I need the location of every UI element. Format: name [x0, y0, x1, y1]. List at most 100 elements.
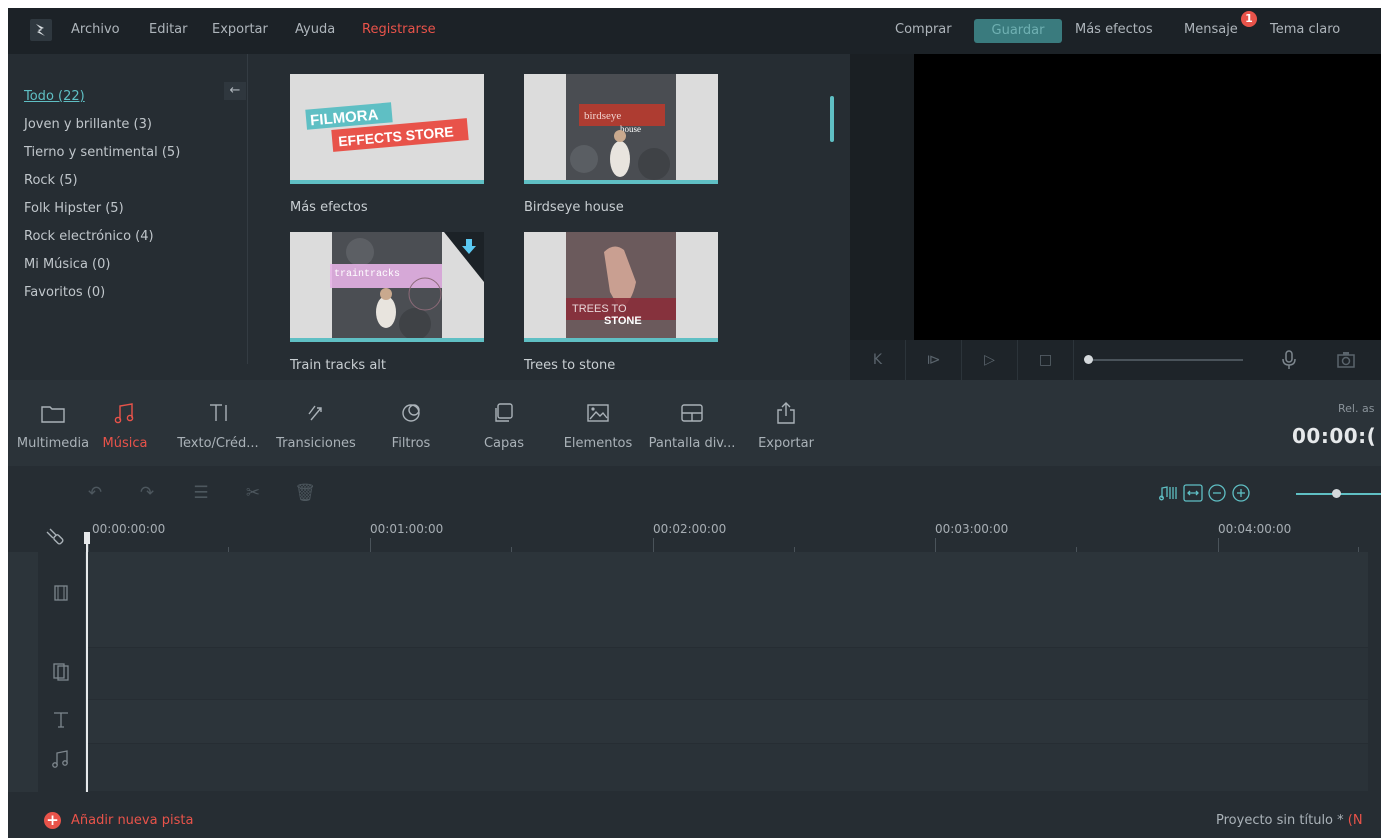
tab-texto-creditos[interactable]: Texto/Créd...	[168, 380, 268, 466]
comprar-link[interactable]: Comprar	[895, 8, 952, 54]
overlay-track-icon	[53, 663, 69, 681]
menu-ayuda[interactable]: Ayuda	[295, 8, 335, 54]
camera-icon[interactable]	[1336, 351, 1356, 369]
snap-magnet-icon[interactable]	[44, 526, 68, 548]
tab-label: Multimedia	[16, 436, 90, 451]
redo-icon[interactable]: ↷	[136, 482, 158, 504]
fit-timeline-icon[interactable]	[1182, 482, 1204, 504]
text-icon	[210, 404, 227, 421]
tab-filtros[interactable]: Filtros	[378, 380, 444, 466]
category-todo[interactable]: Todo (22)	[24, 89, 85, 104]
cut-icon[interactable]: ✂	[242, 482, 264, 504]
track-headers	[38, 552, 86, 792]
download-icon[interactable]	[460, 238, 478, 256]
app-window: Archivo Editar Exportar Ayuda Registrars…	[8, 8, 1381, 838]
category-favoritos[interactable]: Favoritos (0)	[24, 285, 105, 300]
overlay-track[interactable]	[86, 648, 1368, 700]
add-track-button[interactable]: Añadir nueva pista	[71, 813, 193, 828]
menu-registrarse[interactable]: Registrarse	[362, 8, 436, 54]
tab-multimedia[interactable]: Multimedia	[12, 380, 94, 466]
text-track[interactable]	[86, 700, 1368, 744]
effect-thumb-mas-efectos[interactable]: FILMORA EFFECTS STORE	[290, 74, 484, 184]
playhead-handle[interactable]	[84, 532, 90, 544]
text-track-icon	[54, 712, 68, 728]
tab-label: Filtros	[391, 436, 431, 451]
tab-musica[interactable]: Música	[94, 380, 156, 466]
thumb-accent-bar	[524, 338, 718, 342]
skip-back-icon[interactable]: K	[850, 340, 906, 380]
tab-capas[interactable]: Capas	[472, 380, 536, 466]
art-text-line1: TREES TO	[572, 303, 627, 315]
thumb-accent-bar	[290, 338, 484, 342]
ruler-tick	[1218, 538, 1219, 552]
frame-step-icon[interactable]: ⧐	[906, 340, 962, 380]
folder-icon	[41, 406, 65, 423]
filmora-logo-icon[interactable]	[30, 19, 52, 41]
thumb-accent-bar	[524, 180, 718, 184]
category-tierno-sentimental[interactable]: Tierno y sentimental (5)	[24, 145, 180, 160]
library-scrollbar[interactable]	[830, 96, 834, 142]
tab-exportar[interactable]: Exportar	[748, 380, 824, 466]
guardar-button[interactable]: Guardar	[974, 19, 1062, 43]
effect-label-mas-efectos: Más efectos	[290, 200, 368, 215]
mensaje-link[interactable]: Mensaje	[1184, 8, 1238, 54]
video-track[interactable]	[86, 552, 1368, 648]
message-count-badge: 1	[1241, 11, 1257, 27]
ruler-tick	[653, 538, 654, 552]
tab-pantalla-dividida[interactable]: Pantalla div...	[644, 380, 740, 466]
function-tabs: Multimedia Música Texto/Créd... Transici…	[8, 380, 1381, 466]
undo-icon[interactable]: ↶	[84, 482, 106, 504]
art-text-line2: STONE	[604, 315, 642, 327]
effect-thumb-train-tracks-alt[interactable]: traintracks	[290, 232, 484, 342]
music-track[interactable]	[86, 744, 1368, 792]
add-circle-icon[interactable]: +	[44, 812, 61, 829]
play-icon[interactable]: ▷	[962, 340, 1018, 380]
project-title-text: Proyecto sin título *	[1216, 813, 1344, 828]
preview-screen	[914, 54, 1381, 340]
tab-label: Elementos	[563, 436, 633, 451]
playback-progress-track[interactable]	[1088, 359, 1243, 361]
zoom-out-icon[interactable]	[1206, 482, 1228, 504]
playback-progress-knob[interactable]	[1084, 355, 1093, 364]
effect-thumb-trees-to-stone[interactable]: TREES TO STONE	[524, 232, 718, 342]
ruler-tick	[370, 538, 371, 552]
menu-editar[interactable]: Editar	[149, 8, 188, 54]
timeline-ruler[interactable]: 00:00:00:00 00:01:00:00 00:02:00:00 00:0…	[8, 518, 1381, 552]
export-icon	[777, 402, 795, 424]
menu-exportar[interactable]: Exportar	[212, 8, 268, 54]
category-rock[interactable]: Rock (5)	[24, 173, 78, 188]
category-joven-brillante[interactable]: Joven y brillante (3)	[24, 117, 152, 132]
tab-elementos[interactable]: Elementos	[558, 380, 638, 466]
collapse-arrow-icon[interactable]: ←	[224, 82, 246, 100]
zoom-in-icon[interactable]	[1230, 482, 1252, 504]
project-title-suffix: (N	[1347, 813, 1363, 828]
audio-mixer-icon[interactable]	[1158, 482, 1180, 504]
microphone-icon[interactable]	[1280, 350, 1298, 370]
tab-transiciones[interactable]: Transiciones	[268, 380, 364, 466]
ruler-mark-2: 00:02:00:00	[653, 522, 727, 536]
effect-label-train-tracks-alt: Train tracks alt	[290, 358, 386, 373]
adjust-icon[interactable]: ☰	[190, 482, 212, 504]
stop-icon[interactable]: □	[1018, 340, 1074, 380]
ruler-mark-0: 00:00:00:00	[92, 522, 166, 536]
delete-icon[interactable]: 🗑	[294, 482, 316, 504]
trees-to-stone-art: TREES TO STONE	[524, 232, 718, 342]
zoom-slider-knob[interactable]	[1332, 489, 1341, 498]
ruler-mark-3: 00:03:00:00	[935, 522, 1009, 536]
menu-archivo[interactable]: Archivo	[71, 8, 120, 54]
art-text-line1: birdseye	[584, 110, 621, 122]
video-track-icon	[54, 585, 68, 601]
traintracks-art: traintracks	[290, 232, 484, 342]
transition-icon	[308, 405, 322, 421]
ruler-mark-1: 00:01:00:00	[370, 522, 444, 536]
tema-claro-link[interactable]: Tema claro	[1270, 8, 1340, 54]
category-mi-musica[interactable]: Mi Música (0)	[24, 257, 110, 272]
category-folk-hipster[interactable]: Folk Hipster (5)	[24, 201, 124, 216]
mas-efectos-link[interactable]: Más efectos	[1075, 8, 1153, 54]
current-timecode: 00:00:(	[1292, 424, 1377, 448]
playhead[interactable]	[86, 534, 88, 792]
tab-label: Pantalla div...	[648, 436, 736, 451]
category-rock-electronico[interactable]: Rock electrónico (4)	[24, 229, 154, 244]
effect-thumb-birdseye-house[interactable]: birdseye house	[524, 74, 718, 184]
tab-label: Capas	[483, 436, 525, 451]
